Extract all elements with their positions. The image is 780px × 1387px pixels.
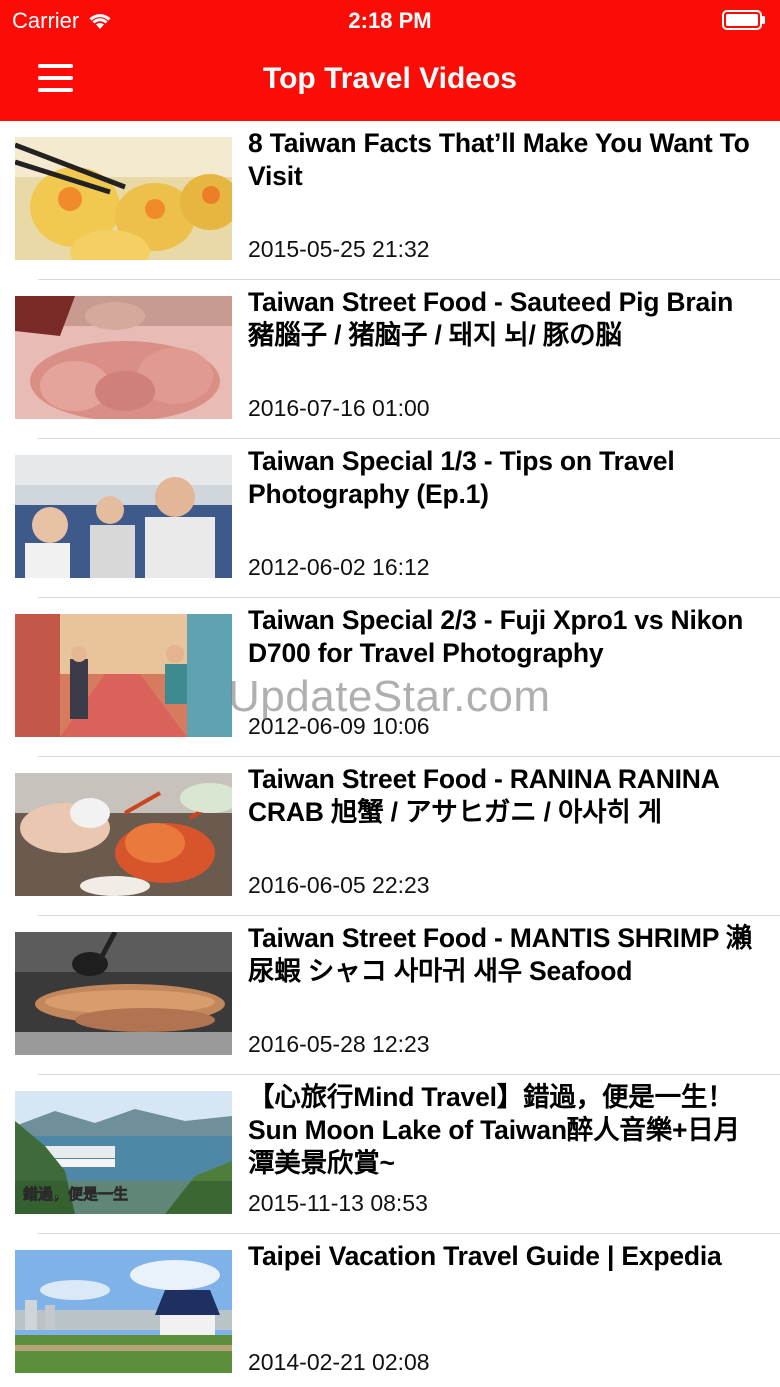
video-row[interactable]: Taiwan Special 2/3 - Fuji Xpro1 vs Nikon…: [0, 598, 780, 757]
video-thumbnail: [15, 137, 232, 260]
video-row[interactable]: 8 Taiwan Facts That’ll Make You Want To …: [0, 121, 780, 280]
thumbnail-caption: 錯過，便是一生: [23, 1185, 128, 1203]
video-thumbnail: [15, 614, 232, 737]
video-date: 2016-06-05 22:23: [248, 872, 430, 898]
status-time: 2:18 PM: [348, 8, 432, 33]
battery-icon: [722, 10, 765, 30]
video-row[interactable]: Taiwan Street Food - MANTIS SHRIMP 瀨尿蝦 シ…: [0, 916, 780, 1075]
video-date: 2015-11-13 08:53: [248, 1190, 428, 1216]
video-list: 8 Taiwan Facts That’ll Make You Want To …: [0, 121, 780, 1387]
video-title: Taiwan Special 2/3 - Fuji Xpro1 vs Nikon…: [248, 605, 744, 668]
video-thumbnail: 錯過，便是一生: [15, 1091, 232, 1214]
top-bar: Carrier 2:18 PM Top Travel Videos: [0, 0, 780, 121]
video-thumbnail: [15, 932, 232, 1055]
video-date: 2014-02-21 02:08: [248, 1349, 430, 1375]
page-title: Top Travel Videos: [263, 62, 517, 95]
video-title: 8 Taiwan Facts That’ll Make You Want To …: [248, 128, 750, 191]
video-row[interactable]: Taiwan Street Food - RANINA RANINA CRAB …: [0, 757, 780, 916]
video-date: 2016-05-28 12:23: [248, 1031, 430, 1057]
video-title: Taiwan Street Food - RANINA RANINA CRAB …: [248, 764, 719, 827]
video-row[interactable]: Taipei Vacation Travel Guide | Expedia 2…: [0, 1234, 780, 1387]
video-title: Taipei Vacation Travel Guide | Expedia: [248, 1241, 722, 1271]
video-date: 2012-06-02 16:12: [248, 554, 430, 580]
video-thumbnail: [15, 296, 232, 419]
video-thumbnail: [15, 773, 232, 896]
video-thumbnail: [15, 455, 232, 578]
video-row[interactable]: 錯過，便是一生 【心旅行Mind Travel】錯過，便是一生！Sun Moon…: [0, 1075, 780, 1234]
video-title: Taiwan Special 1/3 - Tips on Travel Phot…: [248, 446, 675, 509]
status-bar: Carrier 2:18 PM: [0, 0, 780, 40]
video-date: 2012-06-09 10:06: [248, 713, 430, 739]
video-title: Taiwan Street Food - MANTIS SHRIMP 瀨尿蝦 シ…: [248, 923, 753, 986]
video-date: 2016-07-16 01:00: [248, 395, 430, 421]
video-date: 2015-05-25 21:32: [248, 236, 430, 262]
navigation-bar: Top Travel Videos: [0, 40, 780, 121]
video-row[interactable]: Taiwan Special 1/3 - Tips on Travel Phot…: [0, 439, 780, 598]
video-row[interactable]: Taiwan Street Food - Sauteed Pig Brain 豬…: [0, 280, 780, 439]
video-title: 【心旅行Mind Travel】錯過，便是一生！Sun Moon Lake of…: [248, 1082, 740, 1178]
video-title: Taiwan Street Food - Sauteed Pig Brain 豬…: [248, 287, 734, 350]
video-thumbnail: [15, 1250, 232, 1373]
